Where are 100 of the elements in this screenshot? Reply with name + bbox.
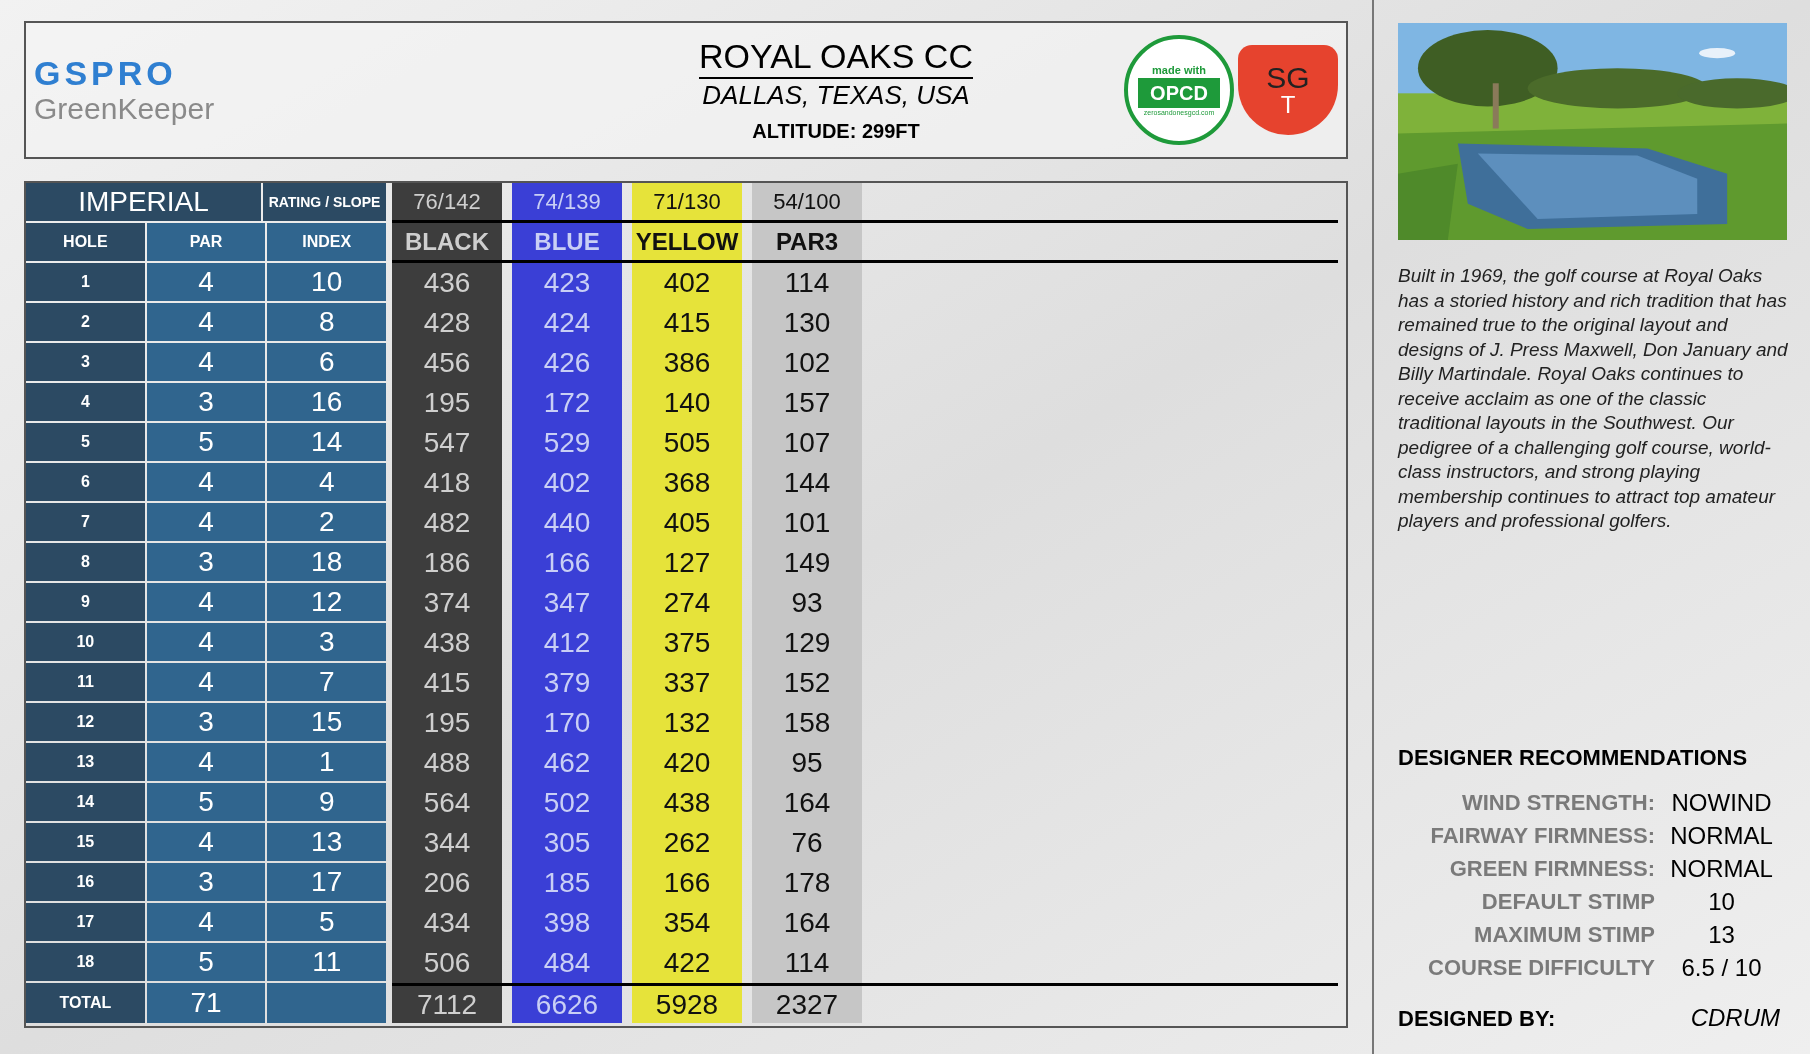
yardage-cell: 402 xyxy=(632,263,742,303)
yardage-cell: 95 xyxy=(752,743,862,783)
yardage-cell: 379 xyxy=(512,663,622,703)
index-cell: 8 xyxy=(267,303,386,341)
yardage-cell: 93 xyxy=(752,583,862,623)
altitude: ALTITUDE: 299FT xyxy=(752,118,920,144)
yardage-cell: 374 xyxy=(392,583,502,623)
yardage-cell: 305 xyxy=(512,823,622,863)
yardage-cell: 178 xyxy=(752,863,862,903)
designer-name: CDRUM xyxy=(1690,1003,1780,1033)
yardage-cell: 422 xyxy=(632,943,742,983)
index-cell: 5 xyxy=(267,903,386,941)
yardage-cell: 170 xyxy=(512,703,622,743)
column-header: INDEX xyxy=(267,223,386,261)
yardage-cell: 529 xyxy=(512,423,622,463)
setting-label: GREEN FIRMNESS: xyxy=(1448,855,1655,883)
course-name: ROYAL OAKS CC xyxy=(699,34,973,79)
badge-title: OPCD xyxy=(1138,78,1220,108)
par-cell: 4 xyxy=(146,343,266,381)
yardage-cell: 488 xyxy=(392,743,502,783)
index-cell: 4 xyxy=(267,463,386,501)
yardage-cell: 398 xyxy=(512,903,622,943)
par-cell: 4 xyxy=(146,303,266,341)
total-yardage: 2327 xyxy=(752,986,862,1023)
yardage-cell: 418 xyxy=(392,463,502,503)
badge-title: SG xyxy=(1266,63,1310,93)
par-cell: 4 xyxy=(146,823,266,861)
par-cell: 3 xyxy=(146,383,266,421)
hole-cell: 1 xyxy=(26,263,145,301)
yardage-cell: 354 xyxy=(632,903,742,943)
par-cell: 5 xyxy=(146,423,266,461)
hole-cell: 11 xyxy=(26,663,145,701)
hole-cell: 8 xyxy=(26,543,145,581)
index-cell: 15 xyxy=(267,703,386,741)
par-cell: 4 xyxy=(146,263,266,301)
par-cell: 5 xyxy=(146,783,266,821)
hole-cell: 5 xyxy=(26,423,145,461)
brand-logo: GSPRO xyxy=(34,56,177,90)
hole-cell: 3 xyxy=(26,343,145,381)
hole-cell: 9 xyxy=(26,583,145,621)
par-cell: 4 xyxy=(146,623,266,661)
yardage-cell: 107 xyxy=(752,423,862,463)
column-header: HOLE xyxy=(26,223,145,261)
index-cell: 17 xyxy=(267,863,386,901)
hole-cell: 4 xyxy=(26,383,145,421)
yardage-cell: 428 xyxy=(392,303,502,343)
total-label: TOTAL xyxy=(26,983,145,1023)
yardage-cell: 185 xyxy=(512,863,622,903)
index-cell: 11 xyxy=(267,943,386,981)
yardage-cell: 344 xyxy=(392,823,502,863)
column-header: PAR xyxy=(146,223,266,261)
par-cell: 4 xyxy=(146,463,266,501)
index-cell: 13 xyxy=(267,823,386,861)
yardage-cell: 482 xyxy=(392,503,502,543)
yardage-cell: 166 xyxy=(632,863,742,903)
setting-label: COURSE DIFFICULTY xyxy=(1427,954,1655,982)
par-cell: 4 xyxy=(146,743,266,781)
units-header: IMPERIAL xyxy=(26,183,261,221)
yardage-cell: 423 xyxy=(512,263,622,303)
hole-cell: 17 xyxy=(26,903,145,941)
yardage-cell: 140 xyxy=(632,383,742,423)
hole-cell: 12 xyxy=(26,703,145,741)
yardage-cell: 149 xyxy=(752,543,862,583)
yardage-cell: 157 xyxy=(752,383,862,423)
total-yardage: 5928 xyxy=(632,986,742,1023)
index-cell: 7 xyxy=(267,663,386,701)
rating-cell: 74/139 xyxy=(512,183,622,220)
yardage-cell: 114 xyxy=(752,943,862,983)
yardage-cell: 456 xyxy=(392,343,502,383)
yardage-cell: 434 xyxy=(392,903,502,943)
par-cell: 3 xyxy=(146,543,266,581)
yardage-cell: 375 xyxy=(632,623,742,663)
yardage-cell: 129 xyxy=(752,623,862,663)
rating-cell: 71/130 xyxy=(632,183,742,220)
par-cell: 3 xyxy=(146,863,266,901)
setting-value: NORMAL xyxy=(1669,853,1774,884)
yardage-cell: 368 xyxy=(632,463,742,503)
yardage-cell: 130 xyxy=(752,303,862,343)
yardage-cell: 502 xyxy=(512,783,622,823)
tee-name: YELLOW xyxy=(632,223,742,260)
yardage-cell: 505 xyxy=(632,423,742,463)
index-cell: 3 xyxy=(267,623,386,661)
hole-cell: 10 xyxy=(26,623,145,661)
hole-cell: 14 xyxy=(26,783,145,821)
yardage-cell: 76 xyxy=(752,823,862,863)
yardage-cell: 195 xyxy=(392,703,502,743)
yardage-cell: 262 xyxy=(632,823,742,863)
index-cell: 14 xyxy=(267,423,386,461)
rating-cell: 54/100 xyxy=(752,183,862,220)
index-cell: 16 xyxy=(267,383,386,421)
rating-cell: 76/142 xyxy=(392,183,502,220)
yardage-cell: 166 xyxy=(512,543,622,583)
recommendations-title: DESIGNER RECOMMENDATIONS xyxy=(1398,744,1749,772)
tee-name: BLUE xyxy=(512,223,622,260)
yardage-cell: 484 xyxy=(512,943,622,983)
yardage-cell: 102 xyxy=(752,343,862,383)
index-cell: 18 xyxy=(267,543,386,581)
index-cell: 12 xyxy=(267,583,386,621)
yardage-cell: 438 xyxy=(392,623,502,663)
par-cell: 3 xyxy=(146,703,266,741)
